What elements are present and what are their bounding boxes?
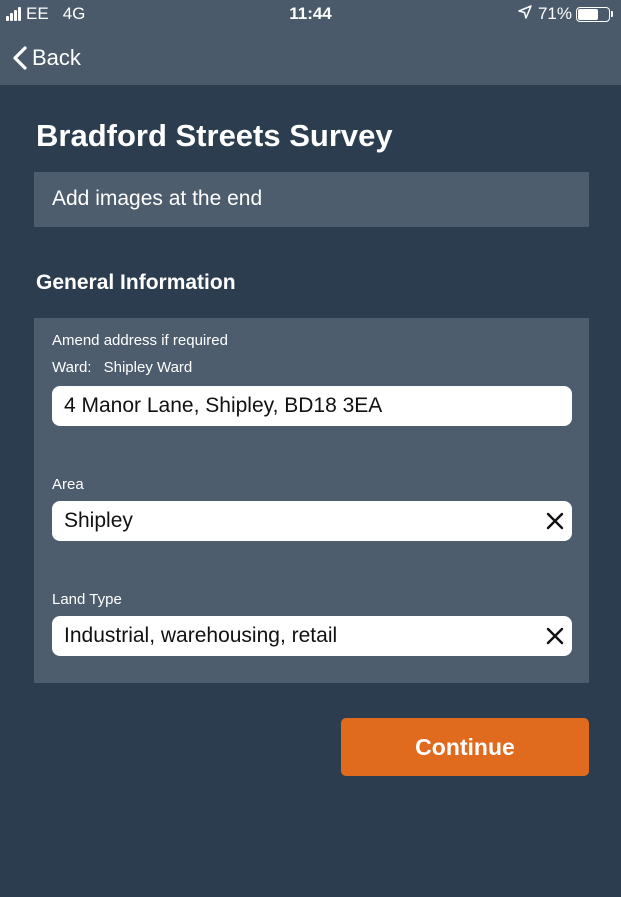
status-right: 71%: [518, 4, 613, 24]
address-field-value: 4 Manor Lane, Shipley, BD18 3EA: [64, 394, 383, 417]
area-field[interactable]: Shipley: [52, 501, 572, 541]
general-information-panel: Amend address if required Ward: Shipley …: [34, 318, 589, 683]
land-type-field[interactable]: Industrial, warehousing, retail: [52, 616, 572, 656]
location-arrow-icon: [518, 4, 532, 24]
area-field-value: Shipley: [64, 509, 133, 532]
info-banner: Add images at the end: [34, 172, 589, 227]
ward-label: Ward:: [52, 359, 92, 376]
nav-bar: Back: [0, 32, 621, 85]
status-bar: EE 4G 11:44 71%: [0, 0, 621, 32]
close-icon[interactable]: [546, 512, 564, 530]
page-title: Bradford Streets Survey: [36, 118, 393, 153]
ward-info: Ward: Shipley Ward: [52, 359, 192, 376]
area-label: Area: [52, 476, 84, 493]
battery-tip: [611, 11, 613, 17]
land-type-label: Land Type: [52, 591, 122, 608]
back-label: Back: [32, 45, 81, 70]
section-heading: General Information: [36, 271, 236, 294]
address-hint-label: Amend address if required: [52, 332, 228, 349]
address-field[interactable]: 4 Manor Lane, Shipley, BD18 3EA: [52, 386, 572, 426]
info-banner-text: Add images at the end: [52, 187, 263, 210]
battery-icon: [576, 6, 610, 22]
continue-button[interactable]: Continue: [341, 718, 589, 776]
close-icon[interactable]: [546, 627, 564, 645]
ward-value: Shipley Ward: [103, 359, 193, 376]
battery-percent: 71%: [537, 4, 572, 23]
back-button[interactable]: Back: [12, 40, 81, 76]
land-type-field-value: Industrial, warehousing, retail: [64, 624, 338, 647]
chevron-left-icon: [13, 46, 27, 70]
